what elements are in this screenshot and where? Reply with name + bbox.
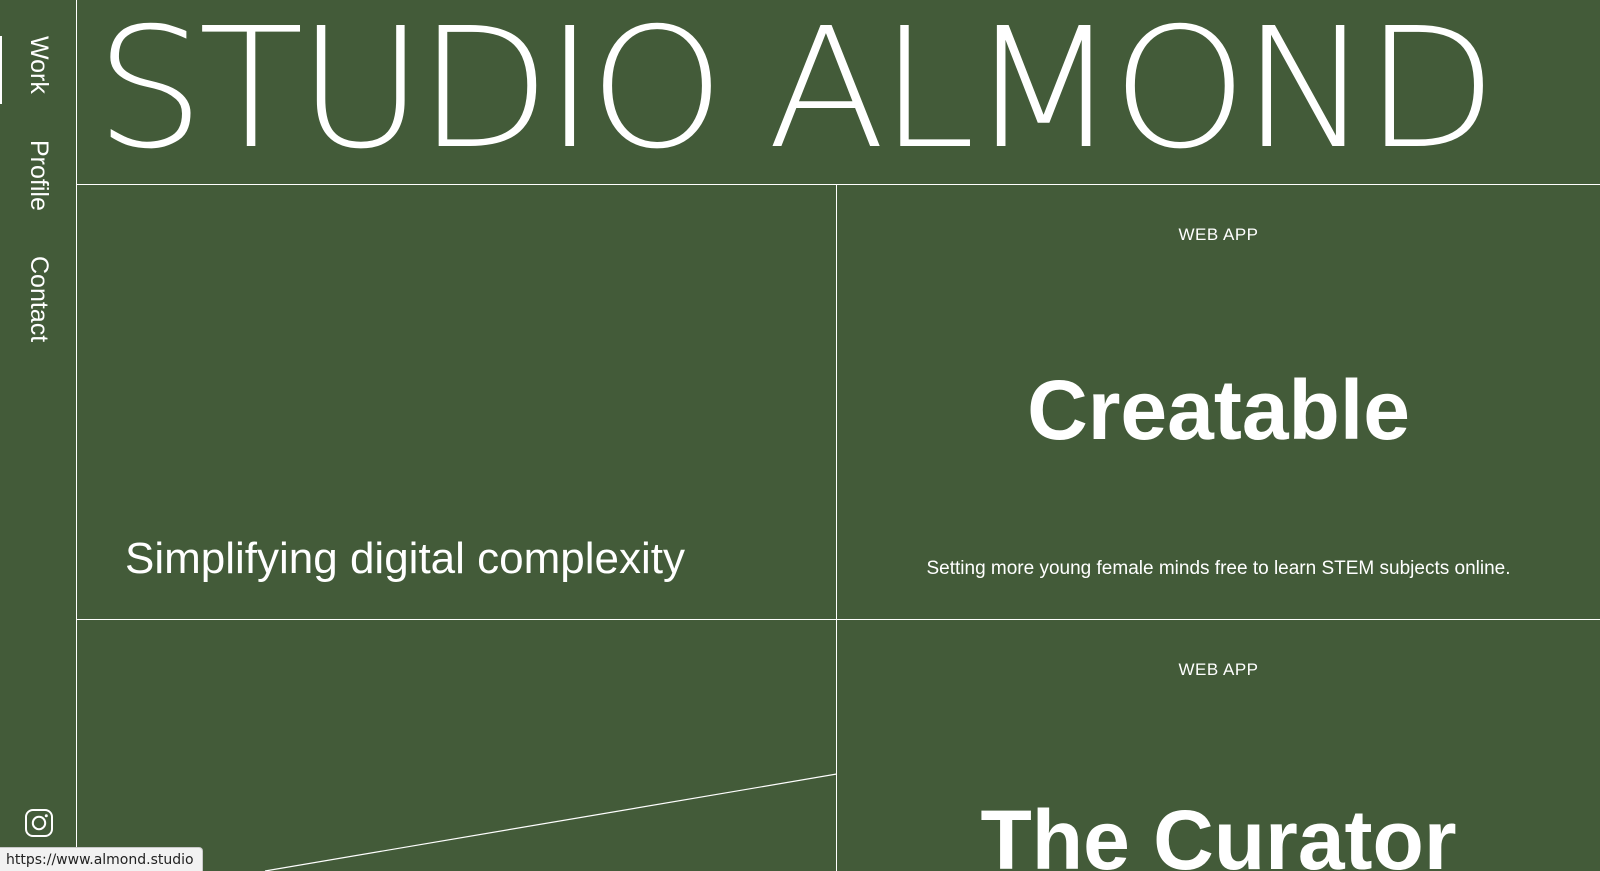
site-logo[interactable]: STUDIO ALMOND (95, 4, 1497, 176)
decorative-diagonal-line (264, 773, 836, 871)
page: Work Profile Contact STUDIO ALMOND Simpl… (0, 0, 1600, 871)
project-category: WEB APP (1178, 660, 1259, 679)
project-description: Setting more young female minds free to … (926, 558, 1511, 579)
nav-item-profile[interactable]: Profile (25, 140, 53, 211)
project-image-panel[interactable] (77, 620, 837, 871)
tagline-panel: Simplifying digital complexity (77, 185, 837, 620)
project-title[interactable]: The Curator (837, 795, 1600, 871)
instagram-icon[interactable] (24, 808, 54, 838)
sidebar-nav: Work Profile Contact (0, 0, 77, 871)
site-tagline: Simplifying digital complexity (125, 534, 685, 583)
nav-active-indicator (0, 36, 2, 104)
project-card-creatable[interactable]: WEB APP Creatable Setting more young fem… (837, 185, 1600, 620)
nav-item-contact[interactable]: Contact (25, 256, 53, 342)
project-card-the-curator[interactable]: WEB APP The Curator (837, 620, 1600, 871)
site-header: STUDIO ALMOND (77, 0, 1600, 185)
project-title[interactable]: Creatable (837, 365, 1600, 455)
browser-status-url: https://www.almond.studio (0, 847, 203, 871)
nav-item-work[interactable]: Work (25, 36, 53, 94)
project-category: WEB APP (1178, 225, 1259, 244)
